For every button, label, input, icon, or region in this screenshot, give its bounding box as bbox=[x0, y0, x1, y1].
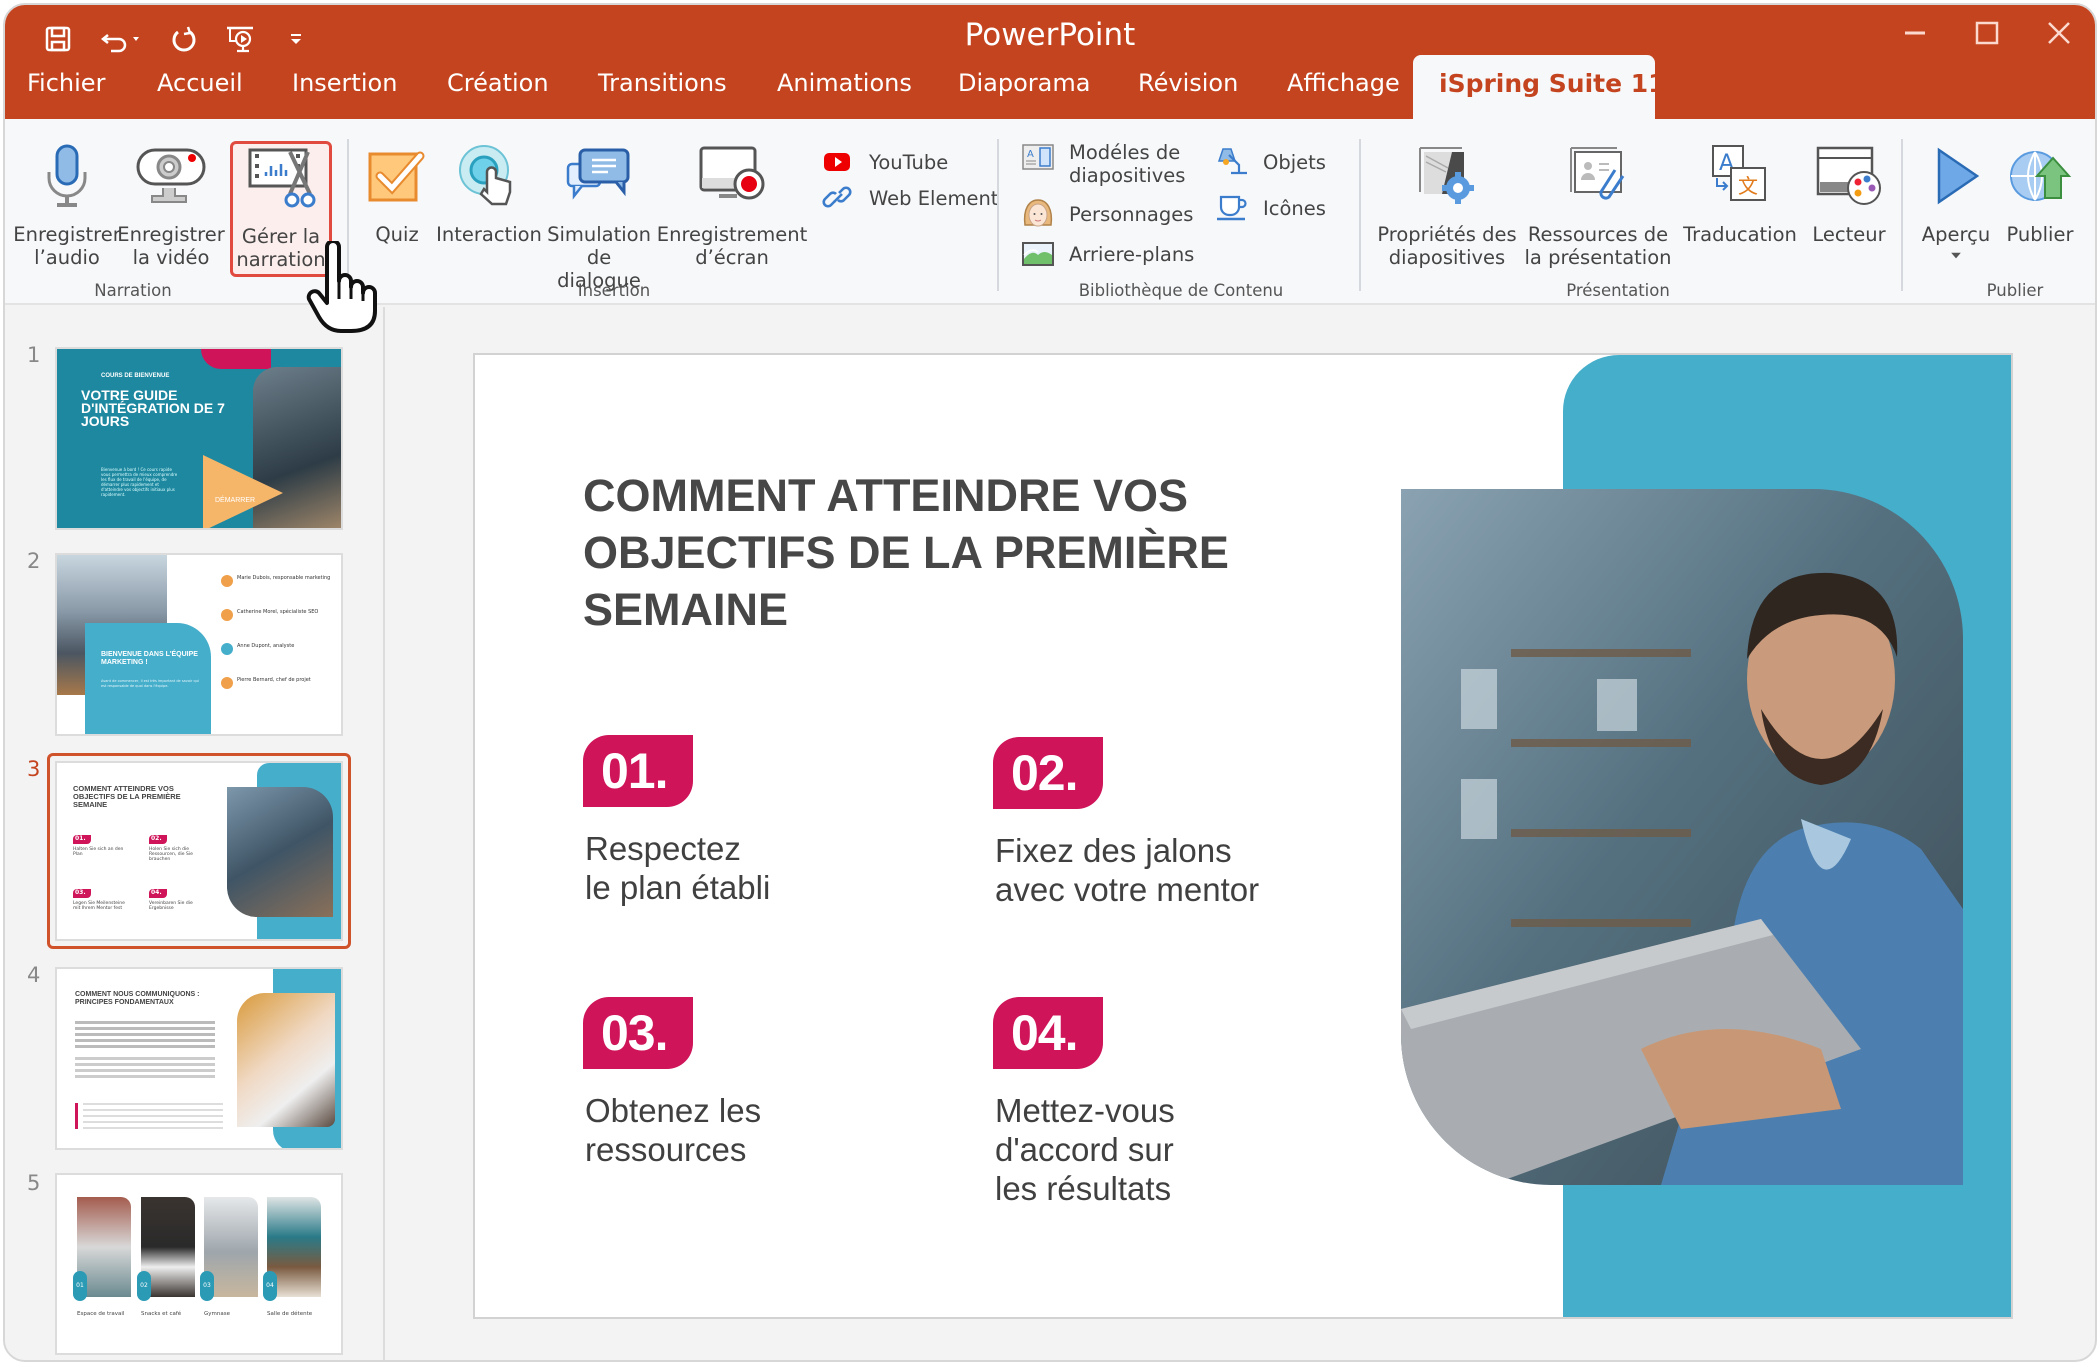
backgrounds-button[interactable]: Arriere-plans bbox=[1021, 237, 1194, 271]
icons-icon bbox=[1217, 195, 1247, 221]
tab-affichage[interactable]: Affichage bbox=[1287, 69, 1400, 97]
presentation-resources-button[interactable]: Ressources de la présentation bbox=[1523, 141, 1673, 269]
translation-icon: A文 bbox=[1704, 141, 1776, 213]
quiz-button[interactable]: Quiz bbox=[355, 141, 439, 246]
record-video-button[interactable]: Enregistrer la vidéo bbox=[117, 141, 225, 269]
tab-ispring-suite[interactable]: iSpring Suite 11 bbox=[1413, 55, 1666, 119]
slide-canvas[interactable]: COMMENT ATTEINDRE VOS OBJECTIFS DE LA PR… bbox=[473, 353, 2013, 1319]
presentation-resources-icon bbox=[1562, 141, 1634, 213]
group-separator bbox=[347, 139, 349, 291]
publish-icon bbox=[2004, 141, 2076, 213]
web-element-button[interactable]: Web Element bbox=[821, 181, 998, 215]
thumbnail-slide-4[interactable]: COMMENT NOUS COMMUNIQUONS : PRINCIPES FO… bbox=[55, 967, 343, 1150]
slide-title[interactable]: COMMENT ATTEINDRE VOS OBJECTIFS DE LA PR… bbox=[583, 467, 1343, 638]
slide-properties-icon bbox=[1411, 141, 1483, 213]
screen-recording-icon bbox=[696, 141, 768, 213]
screen-recording-button[interactable]: Enregistrement d’écran bbox=[657, 141, 807, 269]
translation-button[interactable]: A文 Traducation bbox=[1675, 141, 1805, 246]
tab-accueil[interactable]: Accueil bbox=[157, 69, 243, 97]
thumbnail-number: 4 bbox=[27, 963, 41, 987]
window-controls bbox=[1893, 11, 2081, 55]
thumbnail-slide-3[interactable]: COMMENT ATTEINDRE VOS OBJECTIFS DE LA PR… bbox=[55, 761, 343, 941]
player-button[interactable]: Lecteur bbox=[1799, 141, 1899, 246]
slide-thumbnails-panel: 1 COURS DE BIENVENUE VOTRE GUIDE D'INTÉG… bbox=[5, 307, 385, 1360]
tab-diaporama[interactable]: Diaporama bbox=[958, 69, 1090, 97]
goal-badge-2: 02. bbox=[993, 737, 1103, 809]
thumbnail-number: 2 bbox=[27, 549, 41, 573]
group-label-library: Bibliothèque de Contenu bbox=[1078, 281, 1284, 300]
quiz-icon bbox=[361, 141, 433, 213]
backgrounds-icon bbox=[1022, 242, 1054, 266]
objects-button[interactable]: Objets bbox=[1215, 145, 1326, 179]
group-label-insertion: Insertion bbox=[577, 281, 651, 300]
player-icon bbox=[1813, 141, 1885, 213]
thumbnail-number: 1 bbox=[27, 343, 41, 367]
tab-transitions[interactable]: Transitions bbox=[598, 69, 727, 97]
youtube-button[interactable]: YouTube bbox=[821, 145, 948, 179]
objects-icon bbox=[1217, 148, 1247, 175]
goal-badge-3: 03. bbox=[583, 997, 693, 1069]
thumbnail-slide-5[interactable]: 01 02 03 04 Espace de travail Snacks et … bbox=[55, 1173, 343, 1355]
tab-fichier[interactable]: Fichier bbox=[27, 69, 105, 97]
group-separator bbox=[1901, 139, 1903, 291]
tab-revision[interactable]: Révision bbox=[1138, 69, 1238, 97]
title-bar: PowerPoint Fichier Accueil Insertion Cré… bbox=[5, 5, 2095, 119]
publish-button[interactable]: Publier bbox=[1995, 141, 2085, 246]
youtube-icon bbox=[824, 153, 850, 171]
group-separator bbox=[1359, 139, 1361, 291]
ribbon: Enregistrer l’audio Enregistrer la vidéo… bbox=[5, 119, 2095, 305]
slide-templates-icon: A bbox=[1022, 144, 1054, 170]
preview-icon bbox=[1920, 141, 1992, 213]
svg-text:文: 文 bbox=[1738, 174, 1758, 198]
dialog-simulation-icon bbox=[563, 141, 635, 213]
slide-properties-button[interactable]: Propriétés des diapositives bbox=[1375, 141, 1519, 269]
svg-text:A: A bbox=[1027, 149, 1034, 160]
tab-animations[interactable]: Animations bbox=[777, 69, 912, 97]
maximize-button[interactable] bbox=[1965, 11, 2009, 55]
group-separator bbox=[997, 139, 999, 291]
manage-narration-icon bbox=[245, 143, 317, 215]
interaction-icon bbox=[453, 141, 525, 213]
thumbnail-number: 5 bbox=[27, 1171, 41, 1195]
goal-text-1[interactable]: Respectez le plan établi bbox=[585, 829, 770, 907]
tab-creation[interactable]: Création bbox=[447, 69, 549, 97]
link-icon bbox=[822, 186, 852, 208]
thumbnail-number: 3 bbox=[27, 757, 41, 781]
people-list: Marie Dubois, responsable marketing Cath… bbox=[221, 575, 339, 711]
characters-icon bbox=[1023, 199, 1053, 227]
icons-button[interactable]: Icônes bbox=[1215, 191, 1326, 225]
ribbon-tabs: Fichier Accueil Insertion Création Trans… bbox=[5, 55, 2095, 119]
group-label-presentation: Présentation bbox=[1566, 281, 1670, 300]
goal-text-3[interactable]: Obtenez les ressources bbox=[585, 1091, 761, 1169]
microphone-icon bbox=[31, 141, 103, 213]
thumbnail-slide-2[interactable]: BIENVENUE DANS L'ÉQUIPE MARKETING ! Avan… bbox=[55, 553, 343, 736]
app-title: PowerPoint bbox=[964, 17, 1136, 53]
dialog-simulation-button[interactable]: Simulation de dialogue bbox=[543, 141, 655, 292]
characters-button[interactable]: Personnages bbox=[1021, 197, 1193, 231]
manage-narration-button[interactable]: Gérer la narration bbox=[233, 143, 329, 271]
powerpoint-window: PowerPoint Fichier Accueil Insertion Cré… bbox=[3, 3, 2097, 1362]
chevron-down-icon bbox=[1951, 252, 1961, 259]
group-label-publish: Publier bbox=[1986, 281, 2044, 300]
record-audio-button[interactable]: Enregistrer l’audio bbox=[13, 141, 121, 269]
webcam-icon bbox=[135, 141, 207, 213]
thumbnail-slide-1[interactable]: COURS DE BIENVENUE VOTRE GUIDE D'INTÉGRA… bbox=[55, 347, 343, 530]
interaction-button[interactable]: Interaction bbox=[436, 141, 542, 246]
minimize-button[interactable] bbox=[1893, 11, 1937, 55]
slide-photo bbox=[1401, 489, 1963, 1185]
tab-insertion[interactable]: Insertion bbox=[292, 69, 397, 97]
goal-badge-1: 01. bbox=[583, 735, 693, 807]
goal-text-4[interactable]: Mettez-vous d'accord sur les résultats bbox=[995, 1091, 1175, 1208]
group-label-narration: Narration bbox=[94, 281, 172, 300]
slide-templates-button[interactable]: A Modéles de diapositives bbox=[1021, 141, 1185, 187]
goal-badge-4: 04. bbox=[993, 997, 1103, 1069]
goal-text-2[interactable]: Fixez des jalons avec votre mentor bbox=[995, 831, 1259, 909]
preview-button[interactable]: Aperçu bbox=[1911, 141, 2001, 260]
close-button[interactable] bbox=[2037, 11, 2081, 55]
